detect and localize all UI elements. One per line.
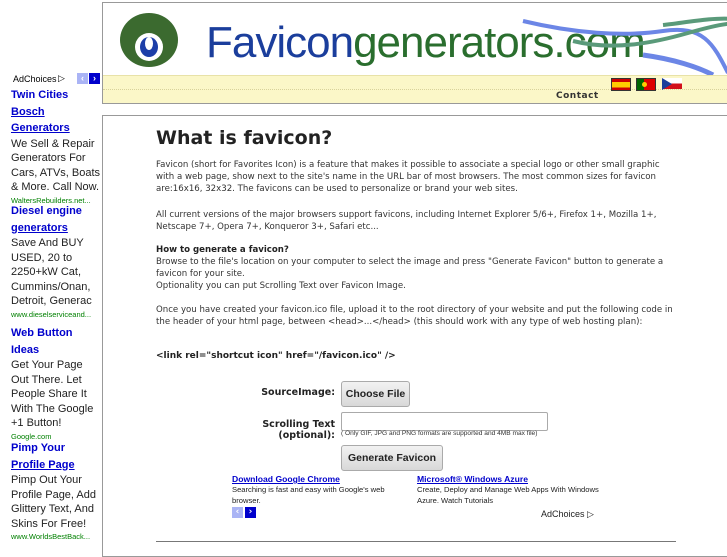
generate-favicon-button[interactable]: Generate Favicon [341,445,443,471]
bottom-ad-prev-button[interactable]: ‹ [232,507,243,518]
ad-title-line[interactable]: Bosch [11,106,45,118]
ad-title-line[interactable]: Pimp Your [11,440,103,457]
intro-paragraph: Favicon (short for Favorites Icon) is a … [156,160,660,194]
site-header: Favicongenerators.com Contact [102,2,727,104]
adchoices-row: AdChoices ▷ ‹ › [13,72,103,86]
adchoices-label[interactable]: AdChoices [541,509,585,519]
ad-title-line[interactable]: generators [11,222,68,234]
bottom-ad-body: Searching is fast and easy with Google's… [232,485,385,505]
ad-body: Save And BUY USED, 20 to 2250+kW Cat, Cu… [11,237,92,308]
ad-title-line[interactable]: Generators [11,122,70,134]
ad-title[interactable]: Diesel engine generators [11,203,103,236]
logo-cup-inner [145,37,153,50]
portuguese-flag-icon[interactable] [636,78,656,91]
ad-item[interactable]: Diesel engine generators Save And BUY US… [11,203,103,321]
adchoices-label[interactable]: AdChoices [13,74,57,84]
nav-divider [103,89,727,90]
format-hint: ( Only GIF, JPG and PNG formats are supp… [341,430,538,437]
ad-title-line[interactable]: Twin Cities [11,87,103,104]
ad-body: Get Your Page Out There. Let People Shar… [11,359,94,430]
ad-item[interactable]: Web Button Ideas Get Your Page Out There… [11,325,103,443]
ad-title-line[interactable]: Web Button Ideas [11,325,103,358]
ad-prev-button[interactable]: ‹ [77,73,88,84]
source-image-label: SourceImage: [261,387,335,398]
ad-title-line[interactable]: Profile Page [11,459,75,471]
bottom-ad-body: Create, Deploy and Manage Web Apps With … [417,485,599,505]
main-content: What is favicon? Favicon (short for Favo… [102,115,727,557]
ad-url[interactable]: www.WorldsBestBack... [11,531,103,543]
bottom-ad-title[interactable]: Microsoft® Windows Azure [417,474,607,485]
howto-optional-text: Optionality you can put Scrolling Text o… [156,281,406,291]
ad-next-button[interactable]: › [89,73,100,84]
adchoices-icon[interactable]: ▷ [58,73,65,84]
page-title: What is favicon? [156,127,333,149]
ad-title[interactable]: Twin Cities Bosch Generators [11,87,103,137]
content-divider [156,541,676,542]
ad-item[interactable]: Twin Cities Bosch Generators We Sell & R… [11,87,103,207]
howto-section: How to generate a favicon? Browse to the… [156,244,676,292]
scrolling-text-label: Scrolling Text (optional): [262,419,335,441]
bottom-ad-item[interactable]: Download Google Chrome Searching is fast… [232,474,402,506]
ad-title[interactable]: Web Button Ideas [11,325,103,358]
spanish-flag-icon[interactable] [611,78,631,91]
bottom-ad-title[interactable]: Download Google Chrome [232,474,402,485]
ad-item[interactable]: Pimp Your Profile Page Pimp Out Your Pro… [11,440,103,543]
ad-title[interactable]: Pimp Your Profile Page [11,440,103,473]
adchoices-icon[interactable]: ▷ [587,509,594,519]
bottom-ad-item[interactable]: Microsoft® Windows Azure Create, Deploy … [417,474,607,506]
ad-body: We Sell & Repair Generators For Cars, AT… [11,137,101,194]
czech-flag-icon[interactable] [662,78,682,90]
choose-file-button[interactable]: Choose File [341,381,410,407]
bottom-ad-next-button[interactable]: › [245,507,256,518]
howto-text: Browse to the file's location on your co… [156,257,664,279]
ad-body: Pimp Out Your Profile Page, Add Glittery… [11,474,97,530]
browser-support-paragraph: All current versions of the major browse… [156,210,657,232]
bottom-adchoices[interactable]: AdChoices ▷ [541,509,594,520]
scrolling-text-input[interactable] [341,412,548,431]
ad-title-line[interactable]: Diesel engine [11,203,103,220]
nav-bar: Contact [103,75,727,103]
brand-part-1: Favicon [206,18,354,67]
install-paragraph: Once you have created your favicon.ico f… [156,305,673,327]
howto-heading: How to generate a favicon? [156,245,289,255]
contact-link[interactable]: Contact [556,91,599,101]
decorative-swoosh [522,16,727,75]
ad-url[interactable]: www.dieselserviceand... [11,309,103,321]
code-snippet: <link rel="shortcut icon" href="/favicon… [156,351,396,361]
